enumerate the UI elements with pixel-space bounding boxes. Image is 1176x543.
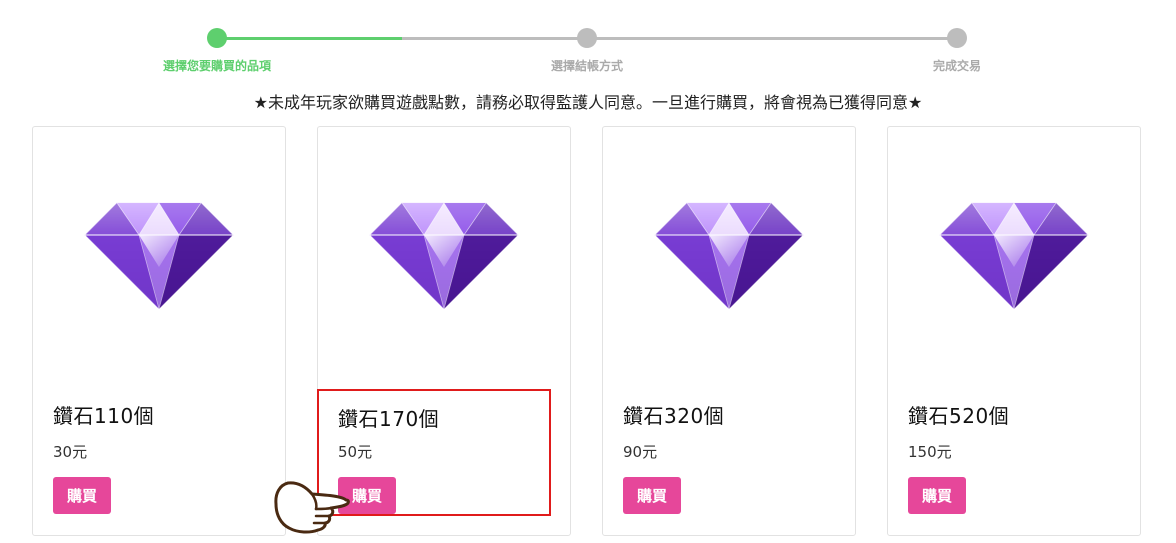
product-price: 30元 <box>53 443 88 461</box>
product-price: 90元 <box>623 443 658 461</box>
step-indicator-select-item <box>207 28 227 48</box>
diamond-icon <box>654 202 804 310</box>
step-indicator-complete <box>947 28 967 48</box>
product-card: 鑽石170個 50元 購買 <box>317 126 571 536</box>
product-name: 鑽石520個 <box>908 404 1010 428</box>
buy-button[interactable]: 購買 <box>623 477 681 514</box>
progress-line-completed <box>217 37 402 40</box>
product-card: 鑽石320個 90元 購買 <box>602 126 856 536</box>
checkout-progress-stepper: 選擇您要購買的品項 選擇結帳方式 完成交易 <box>0 0 1176 80</box>
product-name: 鑽石320個 <box>623 404 725 428</box>
product-name: 鑽石170個 <box>338 407 440 431</box>
pointing-hand-icon <box>274 481 350 534</box>
buy-button[interactable]: 購買 <box>908 477 966 514</box>
diamond-icon <box>369 202 519 310</box>
product-card: 鑽石110個 30元 購買 <box>32 126 286 536</box>
product-card: 鑽石520個 150元 購買 <box>887 126 1141 536</box>
buy-button[interactable]: 購買 <box>53 477 111 514</box>
diamond-icon <box>84 202 234 310</box>
step-label-complete: 完成交易 <box>932 59 982 73</box>
step-label-payment-method: 選擇結帳方式 <box>550 59 624 73</box>
diamond-icon <box>939 202 1089 310</box>
guardian-consent-notice: ★未成年玩家欲購買遊戲點數，請務必取得監護人同意。一旦進行購買，將會視為已獲得同… <box>253 93 923 112</box>
step-label-select-item: 選擇您要購買的品項 <box>162 59 272 73</box>
product-name: 鑽石110個 <box>53 404 155 428</box>
product-price: 50元 <box>338 443 373 461</box>
progress-line-pending <box>402 37 957 40</box>
step-indicator-payment-method <box>577 28 597 48</box>
product-price: 150元 <box>908 443 952 461</box>
